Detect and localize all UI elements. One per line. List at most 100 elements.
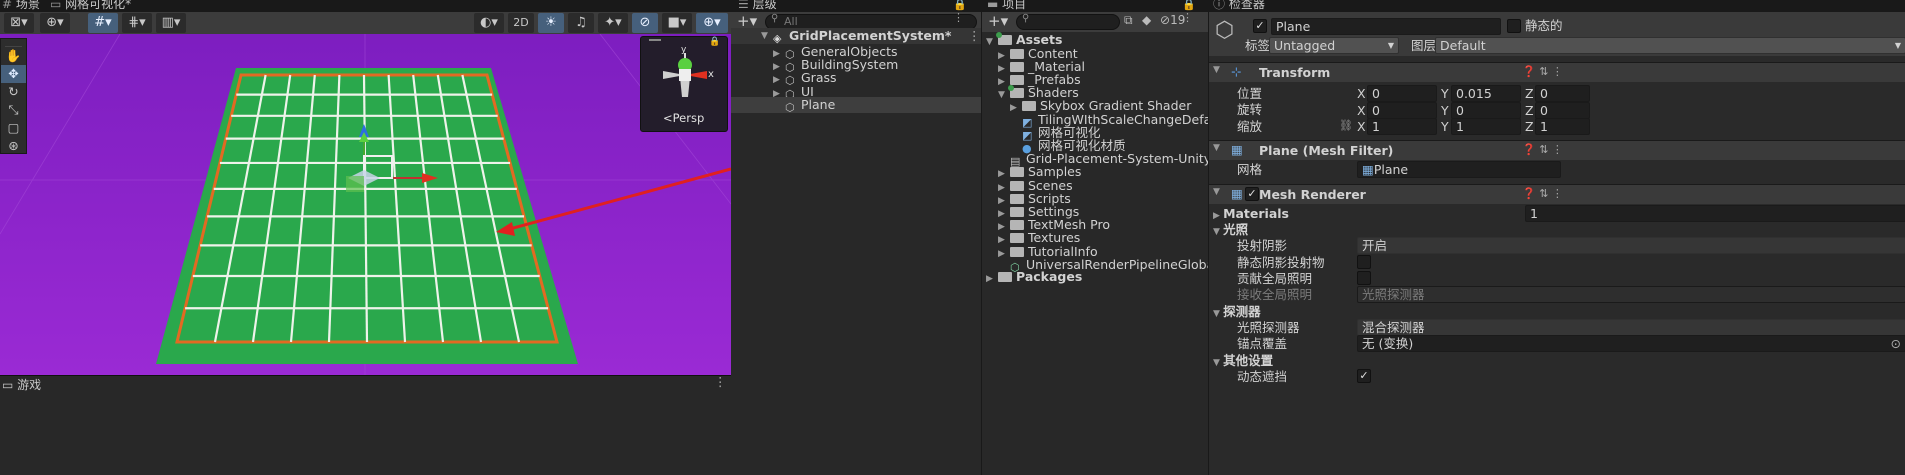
tag-label: 标签 [1245,38,1271,53]
position-z-axis-label[interactable]: Z [1525,86,1534,102]
mesh-renderer-header[interactable]: ▼ ▦ ✓ Mesh Renderer ❓ ⇅ ⋮ [1209,184,1905,204]
shading-mode-icon[interactable]: ◐▾ [474,13,504,33]
transform-tool-icon[interactable]: ⊛ [1,137,26,155]
game-tab[interactable]: ▭ 游戏 [2,376,41,393]
draw-mode-dropdown[interactable]: ⊠▾ [4,13,34,33]
scale-y-axis-label[interactable]: Y [1441,119,1449,135]
mode-2d-button[interactable]: 2D [508,13,534,33]
materials-count-field[interactable]: 1 [1525,205,1905,222]
folder-icon [1010,220,1024,231]
filter-by-label-icon[interactable]: ◆ [1142,13,1151,27]
mesh-object-field[interactable]: ▦Plane [1357,161,1561,178]
object-picker-icon[interactable]: ⊙ [1891,336,1901,351]
position-x-axis-label[interactable]: X [1357,86,1366,102]
game-view-tab[interactable]: ▭ 网格可视化* [50,0,131,11]
scale-z-axis-label[interactable]: Z [1525,119,1534,135]
scene-tab[interactable]: # 场景 [2,0,40,11]
scale-x-field[interactable]: 1 [1367,118,1437,135]
mesh-icon: ▦ [1362,162,1374,177]
increment-snap-icon[interactable]: ⋕▾ [122,13,152,33]
object-name-field[interactable]: Plane [1271,18,1501,35]
rect-tool-icon[interactable]: ▢ [1,119,26,137]
create-asset-button[interactable]: +▾ [988,12,1008,30]
position-x-field[interactable]: 0 [1367,85,1437,102]
filter-by-type-icon[interactable]: ⧉ [1124,13,1133,28]
project-search-input[interactable] [1016,14,1120,30]
rotation-z-axis-label[interactable]: Z [1525,103,1534,119]
effects-icon[interactable]: ✦▾ [598,13,628,33]
scene-name: GridPlacementSystem* [789,28,952,43]
light-probes-dropdown[interactable]: 混合探测器 [1357,319,1905,336]
persp-label[interactable]: <Persp [663,111,704,125]
gizmo-y-label: y [681,45,687,55]
cast-shadows-dropdown[interactable]: 开启 [1357,237,1905,254]
mesh-renderer-help-icon[interactable]: ❓ ⇅ ⋮ [1522,187,1563,200]
game-panel: ▭ 游戏 ⋮ [0,374,731,475]
anchor-override-field[interactable]: 无 (变换) ⊙ [1357,335,1905,352]
layer-dropdown[interactable]: Default ▼ [1435,37,1905,54]
orientation-gizmo[interactable]: 🔒 x y <Persp [640,36,728,132]
inspector-tab[interactable]: ⓘ 检查器 [1213,0,1265,11]
mesh-renderer-enabled-checkbox[interactable]: ✓ [1245,187,1259,201]
anchor-override-value: 无 (变换) [1362,336,1414,351]
static-shadow-caster-checkbox[interactable] [1357,255,1371,269]
scale-tool-icon[interactable]: ⤡ [1,101,26,119]
hierarchy-lock-icon[interactable]: 🔒 ⋮ [953,0,981,24]
position-z-field[interactable]: 0 [1535,85,1590,102]
grid-toggle-icon[interactable]: ▥▾ [156,13,186,33]
game-menu-icon[interactable]: ⋮ [714,374,727,389]
active-checkbox[interactable]: ✓ [1253,19,1267,33]
audio-icon[interactable]: ♫ [568,13,594,33]
globe-icon[interactable]: ⊕▾ [40,13,70,33]
rotation-x-axis-label[interactable]: X [1357,103,1366,119]
layer-value: Default [1440,38,1486,53]
rotation-y-field[interactable]: 0 [1451,102,1521,119]
scale-label: 缩放 [1237,119,1263,134]
contribute-gi-checkbox[interactable] [1357,271,1371,285]
hierarchy-item-plane[interactable]: ⬡ Plane [731,96,981,114]
hierarchy-tab[interactable]: ☰ 层级 [738,0,777,11]
receive-gi-value: 光照探测器 [1362,287,1425,302]
packages-row[interactable]: ▶ Packages [986,269,1082,285]
move-tool-icon[interactable]: ✥ [1,65,26,83]
project-tab[interactable]: ▬ 项目 [987,0,1026,11]
scale-x-axis-label[interactable]: X [1357,119,1366,135]
dynamic-occlusion-checkbox[interactable]: ✓ [1357,369,1371,383]
constrain-proportions-icon[interactable]: ⛓ [1339,119,1353,132]
tag-dropdown[interactable]: Untagged ▼ [1269,37,1399,54]
layer-label: 图层 [1411,38,1437,53]
rotation-y-axis-label[interactable]: Y [1441,103,1449,119]
lighting-icon[interactable]: ☀ [538,13,564,33]
project-search-icon: ⚲ [1022,13,1030,24]
gameobject-icon: ⬡ [785,100,795,114]
position-y-axis-label[interactable]: Y [1441,86,1449,102]
scale-z-field[interactable]: 1 [1535,118,1590,135]
scene-viewport[interactable] [0,34,731,375]
rotate-tool-icon[interactable]: ↻ [1,83,26,101]
hierarchy-icon: ☰ [738,0,749,11]
search-icon: ⚲ [771,13,779,24]
rotation-x-field[interactable]: 0 [1367,102,1437,119]
transform-help-icon[interactable]: ❓ ⇅ ⋮ [1522,65,1563,78]
scene-row[interactable]: ▼ ◈ GridPlacementSystem* ⋮ [731,28,981,45]
anchor-override-label: 锚点覆盖 [1237,336,1288,351]
mesh-filter-header[interactable]: ▼ ▦ Plane (Mesh Filter) ❓ ⇅ ⋮ [1209,140,1905,160]
mesh-filter-help-icon[interactable]: ❓ ⇅ ⋮ [1522,143,1563,156]
gizmos-icon[interactable]: ⊕▾ [696,13,728,33]
scale-y-field[interactable]: 1 [1451,118,1521,135]
camera-icon[interactable]: ■▾ [662,13,692,33]
position-y-field[interactable]: 0.015 [1451,85,1521,102]
hidden-objects-icon[interactable]: ⊘ [632,13,658,33]
light-probes-label: 光照探测器 [1237,320,1300,335]
game-view-tab-label: 网格可视化* [65,0,132,11]
rotation-z-field[interactable]: 0 [1535,102,1590,119]
transform-header[interactable]: ▼ ⊹ Transform ❓ ⇅ ⋮ [1209,62,1905,82]
static-checkbox[interactable] [1507,19,1521,33]
project-lock-icon[interactable]: 🔒 ⋮ [1182,0,1208,24]
eye-icon: ⊘ [1160,13,1171,27]
hand-tool-icon[interactable]: ✋ [1,47,26,65]
static-label: 静态的 [1525,18,1563,33]
grid-snap-icon[interactable]: #▾ [88,13,118,33]
scene-menu-icon[interactable]: ⋮ [968,28,981,44]
scene-toolbar: ⊠▾ ⊕▾ #▾ ⋕▾ ▥▾ ◐▾ 2D ☀ ♫ ✦▾ ⊘ ■▾ ⊕▾ [0,12,731,34]
